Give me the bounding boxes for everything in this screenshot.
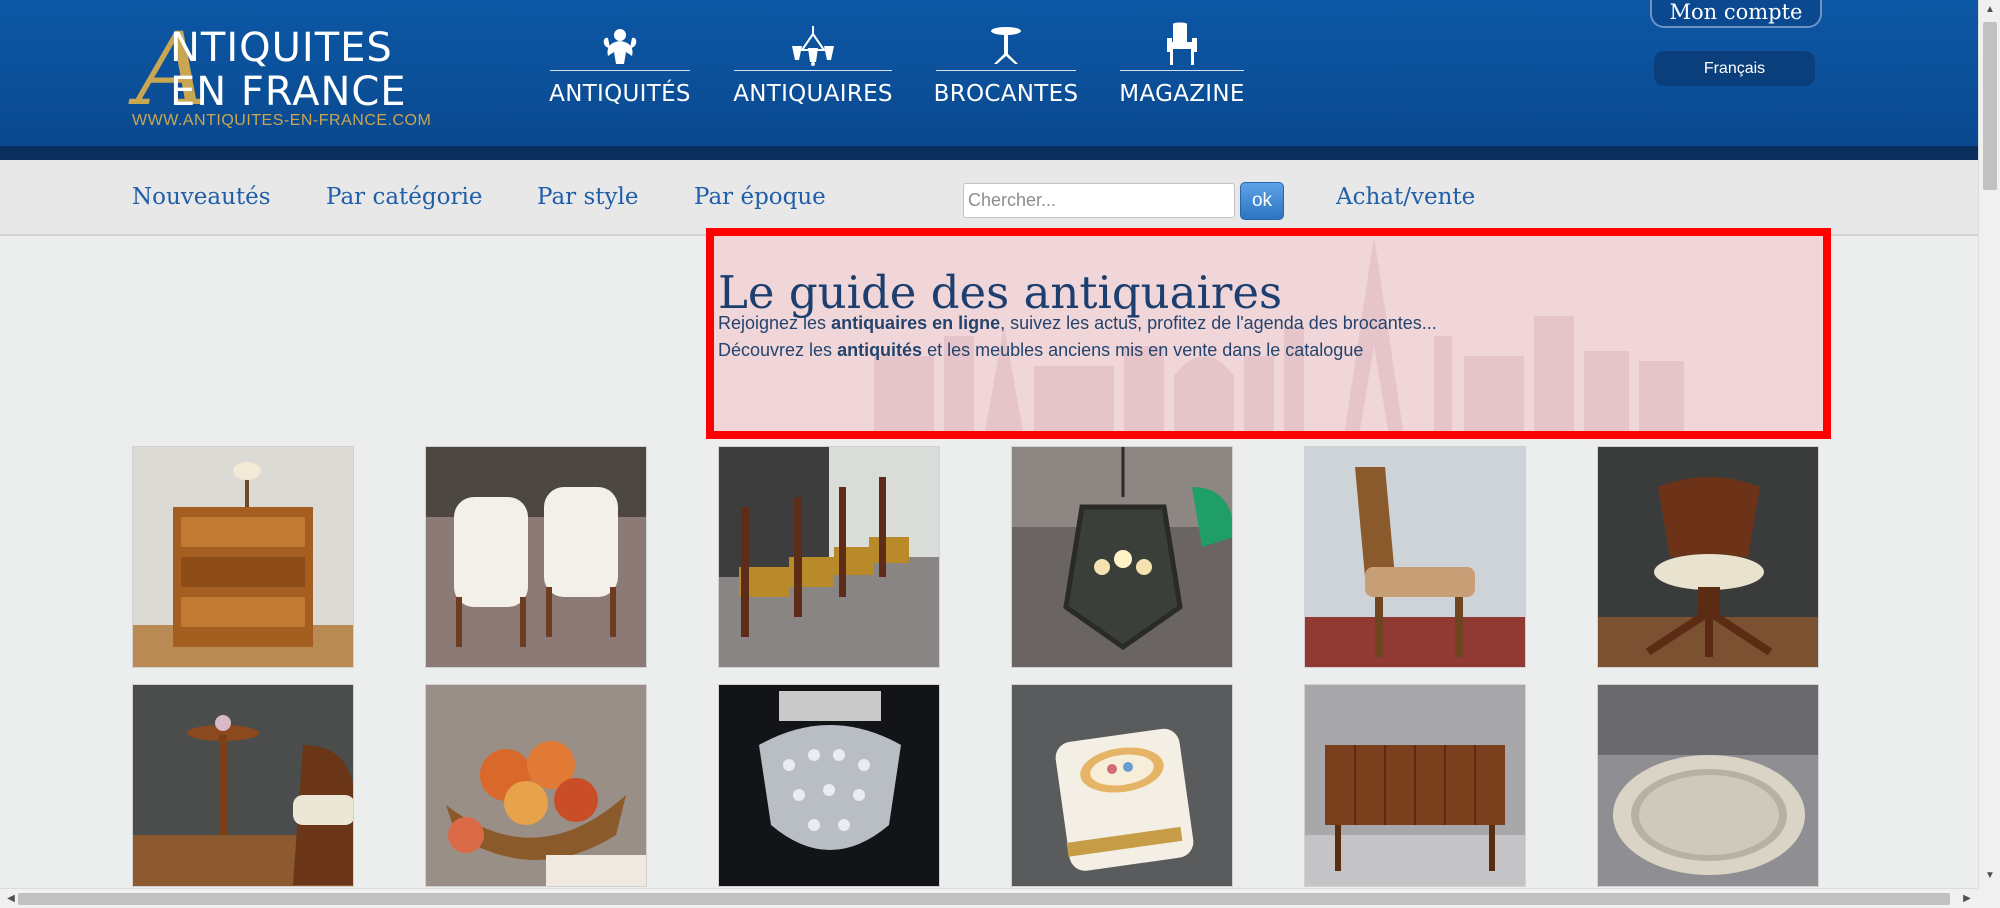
language-selector[interactable]: Français — [1654, 51, 1815, 86]
page-title: Le guide des antiquaires — [718, 266, 1283, 319]
product-thumbnail[interactable] — [1011, 684, 1233, 887]
nav-antiquites[interactable]: ANTIQUITÉS — [549, 22, 691, 107]
vertical-scrollbar-thumb[interactable] — [1983, 22, 1997, 190]
main-nav: ANTIQUITÉS ANTIQUAIRES BROCANTES MAGAZIN… — [549, 22, 1288, 107]
search-input[interactable] — [963, 183, 1235, 218]
scroll-up-icon[interactable]: ▲ — [1979, 4, 2000, 15]
product-thumbnail[interactable] — [1304, 446, 1526, 668]
scroll-right-icon[interactable]: ▶ — [1956, 893, 1978, 904]
product-thumbnail[interactable] — [425, 684, 647, 887]
armchair-icon — [1165, 22, 1199, 66]
product-thumbnail[interactable] — [132, 446, 354, 668]
logo-line-1: NTIQUITES — [170, 25, 393, 71]
product-thumbnail[interactable] — [1304, 684, 1526, 887]
logo-line-2: EN FRANCE — [170, 69, 407, 115]
product-thumbnail[interactable] — [718, 446, 940, 668]
nav-divider — [936, 70, 1076, 71]
nav-label: ANTIQUAIRES — [733, 81, 893, 107]
cherub-icon — [600, 22, 640, 66]
chandelier-icon — [790, 22, 836, 66]
site-logo[interactable]: A NTIQUITES EN FRANCE WWW.ANTIQUITES-EN-… — [130, 20, 440, 132]
site-header: A NTIQUITES EN FRANCE WWW.ANTIQUITES-EN-… — [0, 0, 1978, 146]
product-thumbnail[interactable] — [132, 684, 354, 887]
subnav-par-epoque[interactable]: Par époque — [694, 184, 826, 210]
product-thumbnail[interactable] — [1597, 684, 1819, 887]
nav-label: ANTIQUITÉS — [549, 81, 691, 107]
product-thumbnail[interactable] — [425, 446, 647, 668]
hero-text: Découvrez les — [718, 340, 838, 360]
nav-antiquaires[interactable]: ANTIQUAIRES — [733, 22, 893, 107]
horizontal-scrollbar-thumb[interactable] — [18, 893, 1950, 905]
subnav-par-style[interactable]: Par style — [537, 184, 638, 210]
header-divider — [0, 146, 1978, 160]
antiquaires-en-ligne-link[interactable]: antiquaires en ligne — [831, 313, 1000, 333]
hero-intro-line: Rejoignez les antiquaires en ligne, suiv… — [718, 313, 1437, 334]
search-button[interactable]: ok — [1240, 182, 1284, 220]
hero-text: et les meubles anciens mis en vente dans… — [922, 340, 1364, 360]
account-button[interactable]: Mon compte — [1650, 0, 1822, 28]
hero-intro-line: Découvrez les antiquités et les meubles … — [718, 340, 1363, 361]
scroll-down-icon[interactable]: ▼ — [1979, 870, 2000, 881]
logo-url: WWW.ANTIQUITES-EN-FRANCE.COM — [132, 112, 432, 129]
nav-label: BROCANTES — [933, 81, 1079, 107]
antiquites-link[interactable]: antiquités — [837, 340, 922, 360]
product-thumbnail[interactable] — [718, 684, 940, 887]
hero-text: Rejoignez les — [718, 313, 832, 333]
scrollbar-corner — [1978, 888, 2000, 908]
horizontal-scrollbar[interactable]: ◀ ▶ — [0, 888, 1978, 908]
nav-magazine[interactable]: MAGAZINE — [1119, 22, 1245, 107]
nav-brocantes[interactable]: BROCANTES — [933, 22, 1079, 107]
subnav-par-categorie[interactable]: Par catégorie — [326, 184, 482, 210]
vertical-scrollbar[interactable]: ▲ ▼ — [1978, 0, 2000, 888]
gueridon-table-icon — [986, 22, 1026, 66]
hero-text: , suivez les actus, profitez de l'agenda… — [1000, 313, 1437, 333]
nav-divider — [734, 70, 892, 71]
product-thumbnail[interactable] — [1597, 446, 1819, 668]
hero-banner: Le guide des antiquaires Rejoignez les a… — [706, 228, 1831, 439]
nav-divider — [1120, 70, 1244, 71]
nav-label: MAGAZINE — [1119, 81, 1245, 107]
subnav-achat-vente[interactable]: Achat/vente — [1336, 184, 1475, 210]
product-thumbnail[interactable] — [1011, 446, 1233, 668]
nav-divider — [550, 70, 690, 71]
secondary-nav: Nouveautés Par catégorie Par style Par é… — [0, 160, 1978, 236]
subnav-nouveautes[interactable]: Nouveautés — [132, 184, 271, 210]
